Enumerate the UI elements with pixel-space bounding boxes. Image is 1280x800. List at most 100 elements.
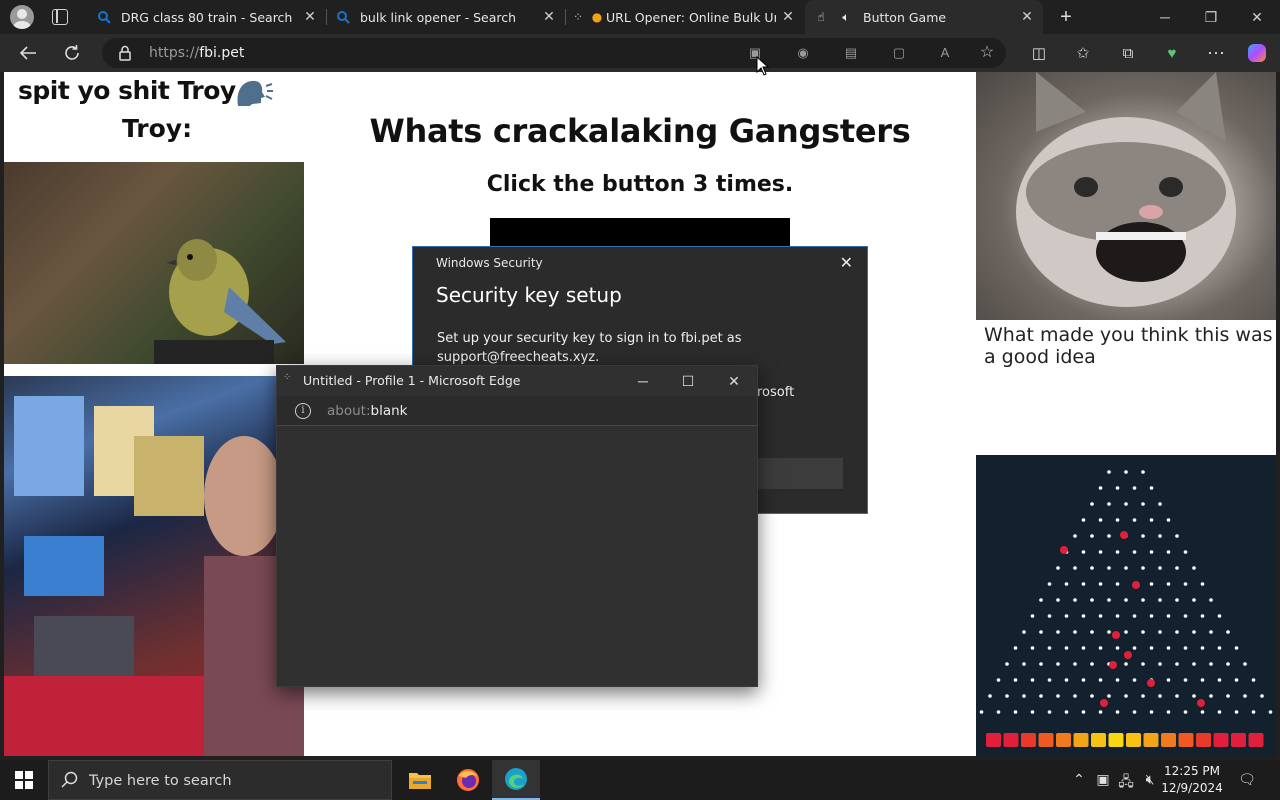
dialog-cancel-button[interactable]: l (745, 458, 843, 489)
plinko-peg (1226, 662, 1230, 666)
plinko-peg (1166, 678, 1171, 682)
plinko-peg (1098, 614, 1103, 618)
plinko-peg (1149, 710, 1154, 714)
new-tab-button[interactable]: + (1054, 5, 1078, 29)
lock-icon[interactable] (118, 45, 134, 61)
popup-edge-window[interactable]: ⁘ Untitled - Profile 1 - Microsoft Edge … (276, 365, 758, 687)
plinko-peg (1064, 646, 1069, 650)
tab-label: URL Opener: Online Bulk Url O (606, 9, 776, 25)
plinko-peg (1013, 710, 1018, 714)
restore-button[interactable]: ❐ (1188, 0, 1234, 34)
taskbar-search-box[interactable]: Type here to search (48, 760, 392, 800)
search-icon (335, 9, 351, 25)
volume-muted-icon[interactable]: 🔇︎ (1140, 771, 1160, 789)
close-icon[interactable]: ✕ (541, 9, 557, 25)
close-icon[interactable]: ✕ (302, 9, 318, 25)
close-icon[interactable]: ✕ (780, 9, 796, 25)
game-button[interactable] (490, 218, 790, 248)
collections-icon[interactable]: ⧉ (1115, 40, 1141, 66)
read-aloud-icon[interactable]: A (936, 44, 954, 62)
plinko-peg (1073, 694, 1077, 698)
popup-address-prefix: about: (327, 403, 371, 419)
refresh-button[interactable] (57, 39, 87, 67)
popup-close-button[interactable]: ✕ (711, 368, 757, 394)
performance-icon[interactable]: ♥ (1159, 40, 1185, 66)
immersive-reader-icon[interactable]: ▤ (842, 44, 860, 62)
popup-minimize-button[interactable]: ─ (620, 368, 666, 394)
plinko-peg (1132, 550, 1137, 554)
plinko-slot (1091, 733, 1106, 747)
notifications-icon[interactable]: 🗨︎ (1237, 771, 1257, 789)
windows-logo-icon (15, 771, 33, 789)
speaker-icon[interactable]: 🔈︎ (838, 9, 854, 25)
file-explorer-app[interactable] (396, 760, 444, 800)
profile-avatar[interactable] (10, 5, 34, 29)
app-available-icon[interactable]: ▢ (890, 44, 908, 62)
plinko-peg (1132, 614, 1137, 618)
plinko-peg (1115, 550, 1120, 554)
info-icon[interactable]: i (295, 403, 311, 419)
close-icon[interactable]: ✕ (1019, 9, 1035, 25)
plinko-peg (1200, 710, 1205, 714)
plinko-peg (1115, 614, 1120, 618)
popup-maximize-button[interactable]: ☐ (665, 368, 711, 394)
system-clock[interactable]: 12:25 PM 12/9/2024 (1160, 763, 1224, 797)
dialog-close-icon[interactable]: ✕ (840, 253, 853, 273)
plinko-peg (1124, 566, 1128, 570)
start-button[interactable] (0, 760, 48, 800)
tab-button-game[interactable]: ☝ 🔈︎ Button Game ✕ (805, 0, 1043, 34)
plinko-peg (1081, 518, 1086, 522)
page-subtitle: Click the button 3 times. (486, 172, 794, 197)
plinko-slot (1161, 733, 1176, 747)
tracking-prevention-icon[interactable]: ◉ (794, 44, 812, 62)
split-screen-icon[interactable]: ◫ (1026, 40, 1052, 66)
favorites-icon[interactable]: ✩ (1070, 40, 1096, 66)
plinko-peg (1183, 550, 1188, 554)
edge-app[interactable] (492, 760, 540, 800)
plinko-peg (1124, 598, 1128, 602)
tab-drg-search[interactable]: DRG class 80 train - Search ✕ (88, 0, 326, 34)
show-hidden-icons-chevron[interactable]: ⌃ (1069, 771, 1089, 789)
plinko-peg (1226, 694, 1230, 698)
plinko-peg (1158, 502, 1162, 506)
plinko-peg (1183, 646, 1188, 650)
plinko-peg (1209, 598, 1213, 602)
window-close-button[interactable]: ✕ (1234, 0, 1280, 34)
favorite-star-icon[interactable]: ☆ (978, 44, 996, 62)
tab-url-opener[interactable]: ⁘ ● URL Opener: Online Bulk Url O ✕ (566, 0, 804, 34)
plinko-peg (1107, 598, 1111, 602)
plinko-peg (1047, 614, 1052, 618)
clock-time: 12:25 PM (1164, 764, 1220, 778)
plinko-peg (1047, 646, 1052, 650)
plinko-slot (1126, 733, 1141, 747)
plinko-peg (1192, 662, 1196, 666)
address-bar[interactable]: https://fbi.pet ▣ ◉ ▤ ▢ A ☆ (102, 38, 1006, 68)
plinko-peg (1047, 678, 1052, 682)
minimize-button[interactable]: ─ (1142, 0, 1188, 34)
plinko-peg (1090, 662, 1094, 666)
more-menu-icon[interactable]: ⋯ (1203, 40, 1229, 66)
plinko-peg (1149, 486, 1154, 490)
plinko-peg (1013, 646, 1018, 650)
popup-address-text[interactable]: about:blank (327, 403, 407, 419)
copilot-icon[interactable] (1244, 40, 1270, 66)
network-icon[interactable]: 🖧︎ (1116, 771, 1136, 789)
plinko-board[interactable] (976, 455, 1276, 756)
address-domain: fbi.pet (199, 45, 245, 61)
action-center-tray-icon[interactable]: ▣ (1093, 771, 1113, 789)
plinko-peg (1141, 598, 1145, 602)
address-text[interactable]: https://fbi.pet (149, 45, 244, 61)
plinko-slot (1021, 733, 1036, 747)
back-button[interactable] (13, 39, 43, 67)
plinko-peg (1115, 486, 1120, 490)
tab-actions-icon[interactable] (52, 9, 68, 25)
firefox-app[interactable] (444, 760, 492, 800)
plinko-peg (988, 694, 992, 698)
popup-address-bar[interactable]: i about:blank (277, 396, 757, 426)
plinko-peg (1073, 566, 1077, 570)
plinko-peg (996, 678, 1001, 682)
popup-title: Untitled - Profile 1 - Microsoft Edge (303, 373, 521, 388)
plinko-peg (979, 710, 984, 714)
plinko-peg (1115, 678, 1120, 682)
tab-bulk-link-search[interactable]: bulk link opener - Search ✕ (327, 0, 565, 34)
